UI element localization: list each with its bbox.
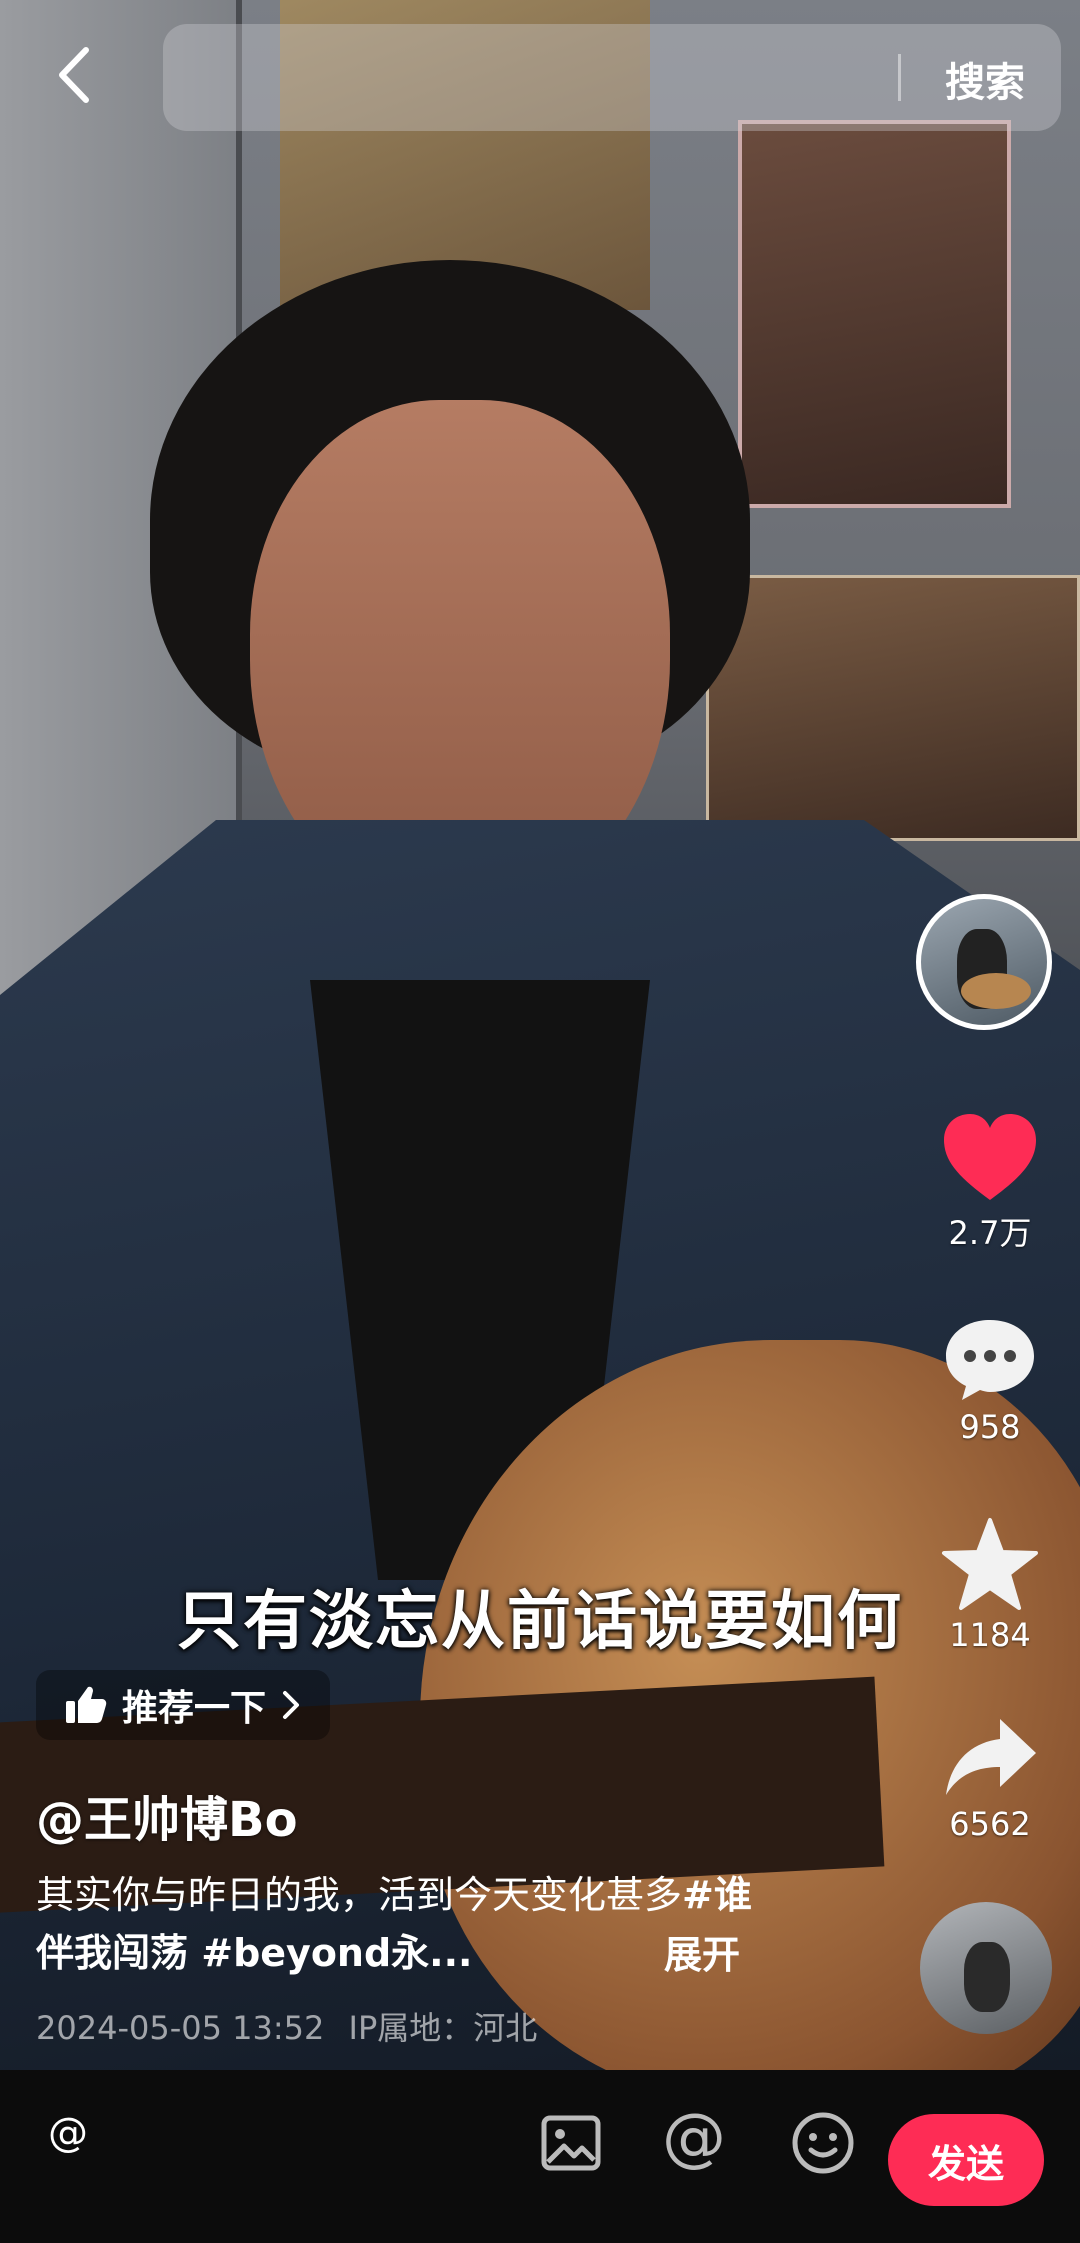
share-button[interactable]: 6562: [925, 1713, 1055, 1843]
music-disc-figure: [964, 1942, 1010, 2012]
image-picker-button[interactable]: [540, 2112, 602, 2178]
emoji-button[interactable]: [790, 2110, 856, 2180]
comment-icon: [946, 1320, 1034, 1400]
avatar-guitar: [961, 973, 1031, 1009]
author-username[interactable]: @王帅博Bo: [36, 1780, 298, 1850]
post-datetime: 2024-05-05 13:52: [36, 2009, 325, 2047]
back-button[interactable]: [40, 40, 110, 110]
author-avatar[interactable]: [916, 894, 1052, 1030]
heart-icon: [944, 1114, 1036, 1200]
search-divider: [898, 54, 901, 101]
like-count: 2.7万: [948, 1214, 1032, 1252]
thumbs-up-icon: [66, 1686, 107, 1723]
post-meta: 2024-05-05 13:52 IP属地：河北: [36, 2003, 537, 2049]
recommend-label: 推荐一下: [122, 1688, 267, 1729]
poster-lower-right: [706, 575, 1080, 841]
comment-composer: @ @ 发送: [0, 2070, 1080, 2243]
music-disc[interactable]: [920, 1902, 1052, 2034]
image-icon: [541, 2115, 601, 2171]
comment-count: 958: [959, 1408, 1021, 1446]
expand-button[interactable]: 展开: [664, 1924, 740, 1979]
ip-location: IP属地：河北: [348, 2009, 538, 2047]
chevron-right-icon: [283, 1691, 300, 1719]
search-button[interactable]: 搜索: [945, 50, 1025, 108]
emoji-icon: [792, 2112, 854, 2174]
video-player[interactable]: [0, 0, 1080, 2070]
search-bar[interactable]: 搜索: [163, 24, 1061, 131]
recommend-button[interactable]: 推荐一下: [36, 1670, 331, 1740]
comment-input[interactable]: @: [48, 2110, 88, 2156]
share-arrow-icon: [946, 1719, 1036, 1795]
comment-button[interactable]: 958: [925, 1314, 1055, 1446]
mention-button[interactable]: @: [662, 2106, 726, 2170]
chevron-left-icon: [59, 47, 89, 103]
search-input[interactable]: [193, 49, 877, 107]
video-subtitle: 只有淡忘从前话说要如何: [177, 1585, 903, 1659]
send-button[interactable]: 发送: [888, 2114, 1044, 2206]
at-icon: @: [662, 2101, 726, 2175]
share-count: 6562: [949, 1805, 1031, 1843]
poster-right: [738, 120, 1011, 508]
like-button[interactable]: 2.7万: [925, 1112, 1055, 1254]
description-text: 其实你与昨日的我，活到今天变化甚多: [36, 1873, 683, 1917]
